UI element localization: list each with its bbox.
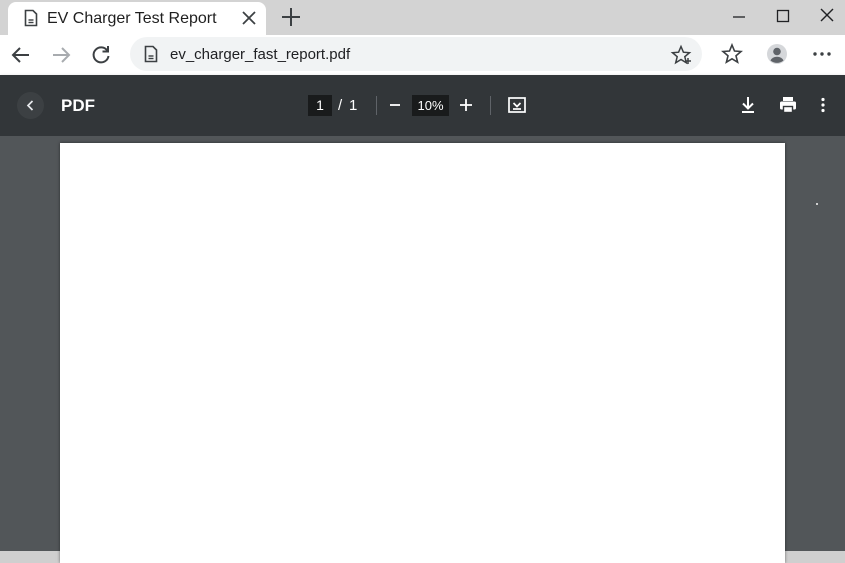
- download-icon[interactable]: [737, 94, 759, 116]
- favorites-icon[interactable]: [720, 42, 744, 66]
- more-options-icon[interactable]: [812, 94, 834, 116]
- print-icon[interactable]: [777, 94, 799, 116]
- more-menu-icon[interactable]: [810, 42, 834, 66]
- add-favorite-icon[interactable]: [670, 44, 692, 66]
- scrollbar-thumb[interactable]: [816, 203, 818, 205]
- chevron-left-icon: [26, 100, 34, 111]
- new-tab-icon[interactable]: [280, 6, 302, 28]
- tab-title: EV Charger Test Report: [47, 10, 217, 27]
- toolbar-divider: [490, 96, 491, 115]
- maximize-icon[interactable]: [773, 6, 793, 26]
- file-icon: [144, 45, 158, 63]
- tab-strip: EV Charger Test Report: [0, 0, 845, 35]
- browser-toolbar: ev_charger_fast_report.pdf: [0, 35, 845, 75]
- tab-active[interactable]: EV Charger Test Report: [8, 2, 266, 35]
- toolbar-divider: [376, 96, 377, 115]
- close-tab-icon[interactable]: [240, 9, 258, 27]
- sidebar-toggle-button[interactable]: [17, 92, 44, 119]
- zoom-level-input[interactable]: 10%: [412, 95, 449, 116]
- url-text[interactable]: ev_charger_fast_report.pdf: [170, 46, 350, 63]
- page-separator: /: [338, 97, 343, 114]
- back-arrow-icon[interactable]: [9, 43, 33, 67]
- profile-avatar-icon[interactable]: [765, 42, 789, 66]
- pdf-page: [60, 143, 785, 563]
- reload-icon[interactable]: [89, 43, 113, 67]
- page-number-input[interactable]: 1: [308, 95, 332, 116]
- forward-arrow-icon[interactable]: [49, 43, 73, 67]
- pdf-viewer-area[interactable]: [0, 136, 845, 563]
- pdf-title: PDF: [61, 96, 95, 115]
- page-total: 1: [349, 97, 358, 114]
- close-icon[interactable]: [817, 5, 837, 25]
- fit-to-page-icon[interactable]: [506, 94, 528, 116]
- zoom-out-icon[interactable]: [385, 95, 405, 115]
- document-icon: [24, 9, 38, 27]
- address-bar[interactable]: ev_charger_fast_report.pdf: [130, 37, 702, 71]
- zoom-in-icon[interactable]: [456, 95, 476, 115]
- pdf-toolbar: PDF 1 / 1 10%: [0, 75, 845, 136]
- minimize-icon[interactable]: [729, 6, 749, 26]
